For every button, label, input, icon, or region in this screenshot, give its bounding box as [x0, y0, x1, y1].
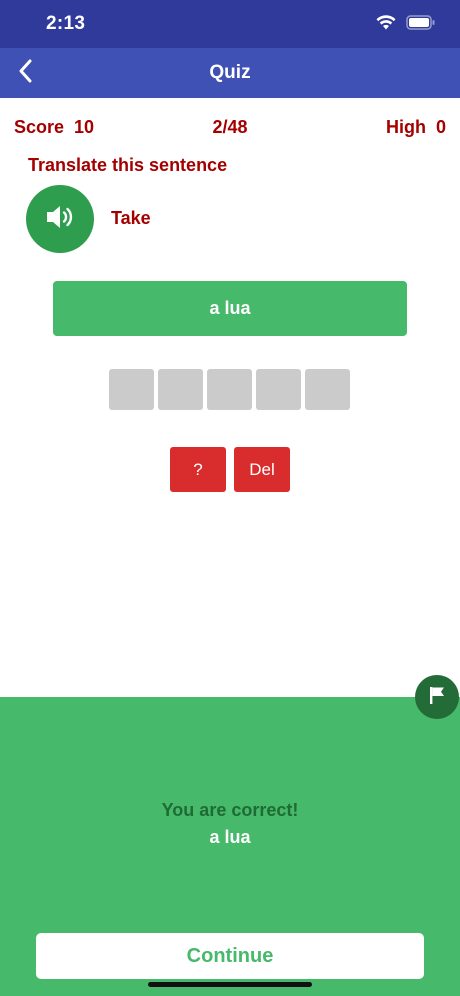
letter-slot[interactable] — [158, 369, 203, 410]
status-bar: 2:13 — [0, 0, 460, 48]
speaker-button[interactable] — [26, 185, 94, 253]
battery-icon — [406, 15, 436, 35]
result-answer: a lua — [209, 827, 251, 847]
report-flag-button[interactable] — [415, 675, 459, 719]
result-title: You are correct! — [161, 800, 299, 820]
flag-icon — [428, 685, 446, 710]
letter-slot[interactable] — [256, 369, 301, 410]
high-score-label: High 0 — [385, 117, 446, 137]
continue-button[interactable]: Continue — [36, 933, 424, 979]
delete-button[interactable]: Del — [234, 447, 290, 492]
letter-slots — [109, 369, 350, 410]
home-indicator — [148, 982, 312, 987]
progress-counter: 2/48 — [212, 117, 248, 137]
answer-option-button[interactable]: a lua — [53, 281, 407, 336]
page-title: Quiz — [209, 62, 251, 83]
prompt-instruction: Translate this sentence — [28, 155, 228, 175]
status-time: 2:13 — [46, 13, 86, 34]
letter-slot[interactable] — [207, 369, 252, 410]
letter-slot[interactable] — [305, 369, 350, 410]
hint-button[interactable]: ? — [170, 447, 226, 492]
score-row: Score 10 2/48 High 0 — [14, 117, 446, 139]
speaker-icon — [45, 204, 75, 235]
question-word: Take — [111, 208, 151, 228]
nav-bar: Quiz — [0, 48, 460, 98]
status-icons — [376, 15, 436, 35]
letter-slot[interactable] — [109, 369, 154, 410]
wifi-icon — [376, 15, 396, 35]
